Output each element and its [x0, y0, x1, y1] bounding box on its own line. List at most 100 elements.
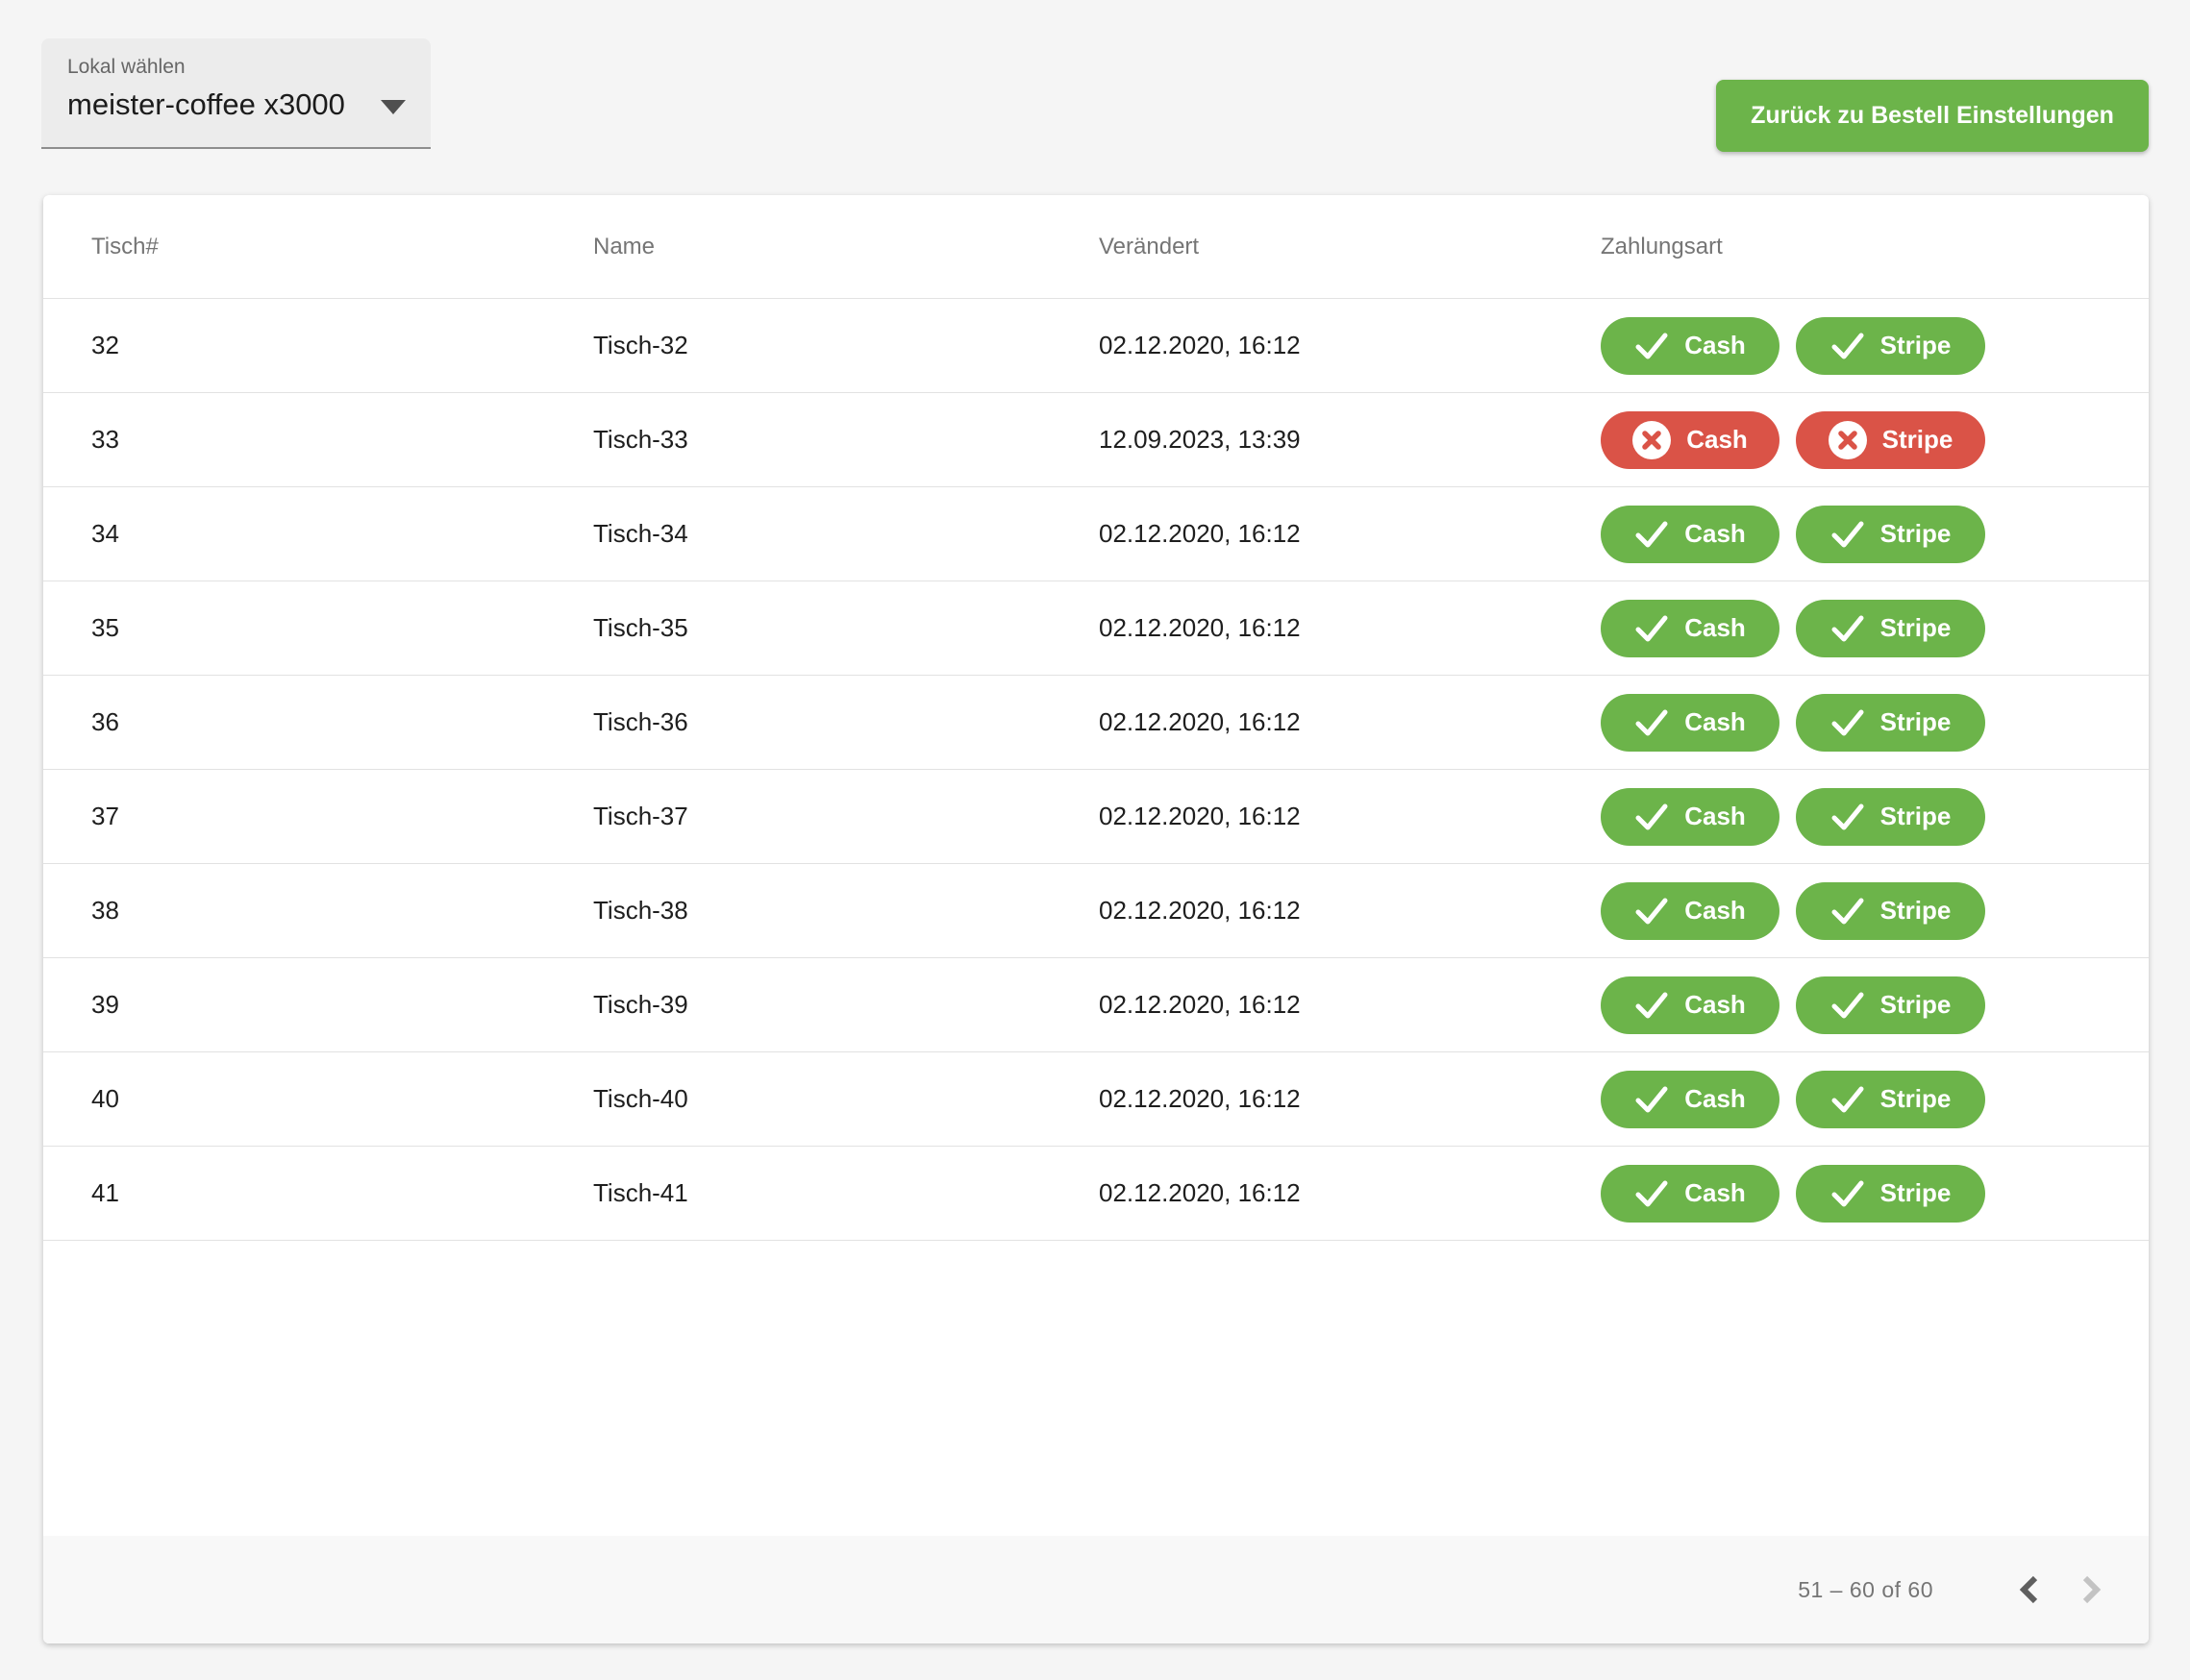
stripe-toggle-button[interactable]: Stripe	[1796, 882, 1985, 940]
cell-changed: 02.12.2020, 16:12	[1099, 1084, 1601, 1114]
stripe-toggle-button[interactable]: Stripe	[1796, 1165, 1985, 1223]
next-page-button[interactable]	[2060, 1560, 2120, 1619]
table-row: 38 Tisch-38 02.12.2020, 16:12 Cash Strip…	[43, 863, 2149, 957]
cash-pill-label: Cash	[1684, 1084, 1746, 1114]
cash-pill-label: Cash	[1684, 1178, 1746, 1208]
cell-name: Tisch-35	[593, 613, 1099, 643]
cash-pill-label: Cash	[1684, 896, 1746, 926]
cell-changed: 02.12.2020, 16:12	[1099, 331, 1601, 360]
cell-payments: Cash Stripe	[1601, 1071, 2149, 1128]
cash-pill-label: Cash	[1684, 331, 1746, 360]
cash-pill-label: Cash	[1684, 990, 1746, 1020]
check-icon	[1634, 897, 1669, 926]
stripe-toggle-button[interactable]: Stripe	[1796, 600, 1985, 657]
check-icon	[1830, 1179, 1865, 1208]
cell-changed: 02.12.2020, 16:12	[1099, 613, 1601, 643]
check-icon	[1830, 520, 1865, 549]
check-icon	[1830, 803, 1865, 831]
cell-tisch-number: 32	[91, 331, 593, 360]
cell-name: Tisch-34	[593, 519, 1099, 549]
cash-toggle-button[interactable]: Cash	[1601, 506, 1779, 563]
cell-payments: Cash Stripe	[1601, 1165, 2149, 1223]
back-to-order-settings-button[interactable]: Zurück zu Bestell Einstellungen	[1716, 80, 2149, 152]
cell-name: Tisch-36	[593, 707, 1099, 737]
cash-toggle-button[interactable]: Cash	[1601, 694, 1779, 752]
table-row: 35 Tisch-35 02.12.2020, 16:12 Cash Strip…	[43, 581, 2149, 675]
cash-pill-label: Cash	[1684, 802, 1746, 831]
check-icon	[1634, 708, 1669, 737]
chevron-down-icon	[381, 100, 406, 114]
cell-payments: Cash Stripe	[1601, 788, 2149, 846]
previous-page-button[interactable]	[2001, 1560, 2060, 1619]
cell-changed: 02.12.2020, 16:12	[1099, 896, 1601, 926]
cell-name: Tisch-39	[593, 990, 1099, 1020]
table-row: 41 Tisch-41 02.12.2020, 16:12 Cash Strip…	[43, 1146, 2149, 1240]
stripe-pill-label: Stripe	[1880, 331, 1952, 360]
stripe-pill-label: Stripe	[1880, 896, 1952, 926]
check-icon	[1634, 520, 1669, 549]
check-icon	[1634, 614, 1669, 643]
table-header-row: Tisch# Name Verändert Zahlungsart	[43, 195, 2149, 298]
table-empty-area	[43, 1241, 2149, 1536]
stripe-pill-label: Stripe	[1880, 990, 1952, 1020]
column-header-tisch: Tisch#	[91, 234, 593, 260]
stripe-toggle-button[interactable]: Stripe	[1796, 411, 1985, 469]
cell-changed: 12.09.2023, 13:39	[1099, 425, 1601, 455]
cell-name: Tisch-38	[593, 896, 1099, 926]
cell-tisch-number: 34	[91, 519, 593, 549]
cell-payments: Cash Stripe	[1601, 882, 2149, 940]
cancel-circle-icon	[1829, 421, 1867, 459]
cell-tisch-number: 36	[91, 707, 593, 737]
cash-pill-label: Cash	[1684, 707, 1746, 737]
stripe-toggle-button[interactable]: Stripe	[1796, 788, 1985, 846]
check-icon	[1830, 708, 1865, 737]
cash-toggle-button[interactable]: Cash	[1601, 411, 1779, 469]
check-icon	[1634, 1085, 1669, 1114]
stripe-toggle-button[interactable]: Stripe	[1796, 506, 1985, 563]
stripe-toggle-button[interactable]: Stripe	[1796, 317, 1985, 375]
cell-payments: Cash Stripe	[1601, 506, 2149, 563]
cell-name: Tisch-33	[593, 425, 1099, 455]
table-row: 36 Tisch-36 02.12.2020, 16:12 Cash Strip…	[43, 675, 2149, 769]
cash-pill-label: Cash	[1684, 519, 1746, 549]
cell-tisch-number: 39	[91, 990, 593, 1020]
check-icon	[1830, 991, 1865, 1020]
cell-payments: Cash Stripe	[1601, 411, 2149, 469]
cell-tisch-number: 35	[91, 613, 593, 643]
column-header-zahlungsart: Zahlungsart	[1601, 234, 2149, 260]
cell-changed: 02.12.2020, 16:12	[1099, 990, 1601, 1020]
cash-pill-label: Cash	[1684, 613, 1746, 643]
cell-tisch-number: 33	[91, 425, 593, 455]
tables-card: Tisch# Name Verändert Zahlungsart 32 Tis…	[43, 195, 2149, 1643]
cell-tisch-number: 37	[91, 802, 593, 831]
check-icon	[1830, 332, 1865, 360]
cash-toggle-button[interactable]: Cash	[1601, 788, 1779, 846]
table-row: 39 Tisch-39 02.12.2020, 16:12 Cash Strip…	[43, 957, 2149, 1051]
cash-toggle-button[interactable]: Cash	[1601, 882, 1779, 940]
stripe-pill-label: Stripe	[1880, 802, 1952, 831]
cash-toggle-button[interactable]: Cash	[1601, 317, 1779, 375]
check-icon	[1830, 897, 1865, 926]
stripe-pill-label: Stripe	[1880, 707, 1952, 737]
cell-changed: 02.12.2020, 16:12	[1099, 1178, 1601, 1208]
cell-changed: 02.12.2020, 16:12	[1099, 519, 1601, 549]
cell-name: Tisch-37	[593, 802, 1099, 831]
cell-changed: 02.12.2020, 16:12	[1099, 707, 1601, 737]
locale-select[interactable]: Lokal wählen meister-coffee x3000	[41, 38, 431, 149]
cell-payments: Cash Stripe	[1601, 600, 2149, 657]
cash-toggle-button[interactable]: Cash	[1601, 1071, 1779, 1128]
stripe-toggle-button[interactable]: Stripe	[1796, 1071, 1985, 1128]
cash-toggle-button[interactable]: Cash	[1601, 976, 1779, 1034]
cell-name: Tisch-40	[593, 1084, 1099, 1114]
column-header-name: Name	[593, 234, 1099, 260]
cell-payments: Cash Stripe	[1601, 694, 2149, 752]
cash-toggle-button[interactable]: Cash	[1601, 1165, 1779, 1223]
check-icon	[1634, 332, 1669, 360]
chevron-left-icon	[2014, 1573, 2047, 1606]
table-row: 34 Tisch-34 02.12.2020, 16:12 Cash Strip…	[43, 486, 2149, 581]
stripe-toggle-button[interactable]: Stripe	[1796, 694, 1985, 752]
stripe-toggle-button[interactable]: Stripe	[1796, 976, 1985, 1034]
table-row: 37 Tisch-37 02.12.2020, 16:12 Cash Strip…	[43, 769, 2149, 863]
cell-tisch-number: 38	[91, 896, 593, 926]
cash-toggle-button[interactable]: Cash	[1601, 600, 1779, 657]
